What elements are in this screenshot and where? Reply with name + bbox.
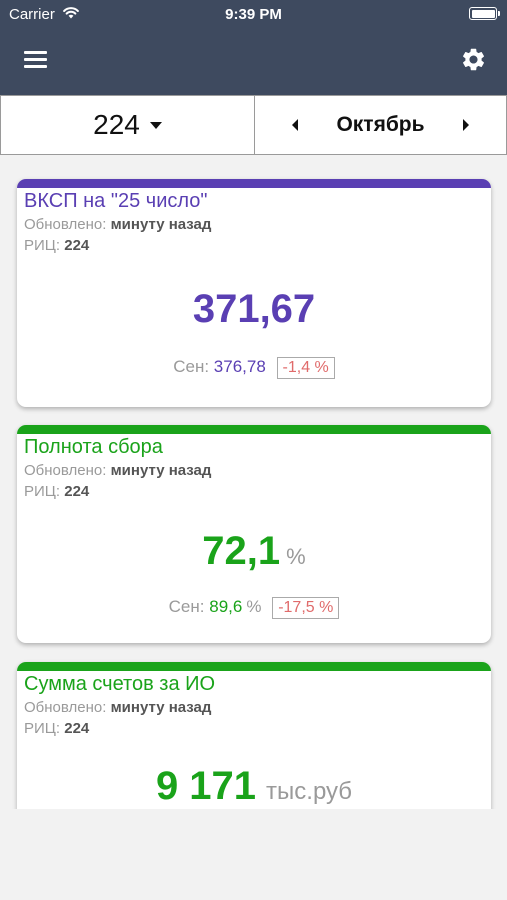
comparison-row: Сен: 376,78 -1,4 % — [17, 357, 491, 379]
main-value: 9 171 тыс.руб — [17, 764, 491, 809]
updated-label: Обновлено: — [24, 699, 107, 716]
rc-line: РИЦ: 224 — [24, 720, 89, 737]
hamburger-menu-icon[interactable] — [24, 50, 47, 68]
month-navigator: Октябрь — [255, 96, 506, 154]
delta-badge: -1,4 % — [276, 357, 335, 379]
status-bar: Carrier 9:39 PM — [0, 0, 507, 30]
next-month-button[interactable] — [456, 110, 476, 140]
updated-line: Обновлено: минуту назад — [24, 699, 211, 716]
card-accent-strip — [17, 662, 491, 671]
rc-label: РИЦ: — [24, 483, 61, 500]
app-header: Carrier 9:39 PM — [0, 0, 507, 95]
delta-badge: -17,5 % — [272, 597, 340, 619]
main-value-number: 72,1 — [202, 529, 281, 573]
rc-label: РИЦ: — [24, 720, 61, 737]
rc-line: РИЦ: 224 — [24, 237, 89, 254]
main-value-unit: тыс.руб — [266, 778, 353, 805]
chevron-left-icon — [292, 119, 298, 131]
prev-month-label: Сен: — [168, 597, 205, 616]
cards-list[interactable]: ВКСП на "25 число" Обновлено: минуту наз… — [0, 155, 507, 809]
prev-month-value: 376,78 — [213, 357, 266, 376]
kpi-card-invoices[interactable]: Сумма счетов за ИО Обновлено: минуту наз… — [17, 662, 491, 809]
month-label: Октябрь — [336, 113, 425, 136]
updated-label: Обновлено: — [24, 216, 107, 233]
rc-line: РИЦ: 224 — [24, 483, 89, 500]
battery-icon — [469, 7, 500, 20]
updated-line: Обновлено: минуту назад — [24, 216, 211, 233]
card-accent-strip — [17, 179, 491, 188]
updated-label: Обновлено: — [24, 462, 107, 479]
updated-value: минуту назад — [110, 462, 212, 479]
updated-line: Обновлено: минуту назад — [24, 462, 211, 479]
main-value: 72,1% — [17, 529, 491, 574]
main-value-number: 9 171 — [155, 764, 257, 808]
prev-month-button[interactable] — [285, 110, 305, 140]
main-value-number: 371,67 — [192, 287, 316, 331]
updated-value: минуту назад — [110, 699, 212, 716]
chevron-down-icon — [149, 121, 162, 129]
card-title: Сумма счетов за ИО — [24, 673, 216, 695]
status-time: 9:39 PM — [225, 6, 282, 23]
main-value: 371,67 — [17, 287, 491, 332]
rc-value: 224 — [64, 237, 90, 254]
updated-value: минуту назад — [110, 216, 212, 233]
prev-month-label: Сен: — [173, 357, 210, 376]
kpi-card-vksp[interactable]: ВКСП на "25 число" Обновлено: минуту наз… — [17, 179, 491, 407]
chevron-right-icon — [463, 119, 469, 131]
comparison-row: Сен: 89,6% -17,5 % — [17, 597, 491, 619]
kpi-card-collection[interactable]: Полнота сбора Обновлено: минуту назад РИ… — [17, 425, 491, 643]
rc-dropdown-value: 224 — [93, 109, 140, 140]
filter-bar: 224 Октябрь — [0, 95, 507, 155]
gear-icon[interactable] — [460, 46, 487, 73]
prev-month-value: 89,6 — [209, 597, 243, 616]
card-title: Полнота сбора — [24, 436, 163, 458]
rc-label: РИЦ: — [24, 237, 61, 254]
rc-dropdown[interactable]: 224 — [1, 96, 255, 154]
card-title: ВКСП на "25 число" — [24, 190, 208, 212]
rc-value: 224 — [64, 720, 90, 737]
card-accent-strip — [17, 425, 491, 434]
rc-value: 224 — [64, 483, 90, 500]
prev-month-unit: % — [246, 597, 262, 616]
main-value-unit: % — [286, 544, 306, 569]
